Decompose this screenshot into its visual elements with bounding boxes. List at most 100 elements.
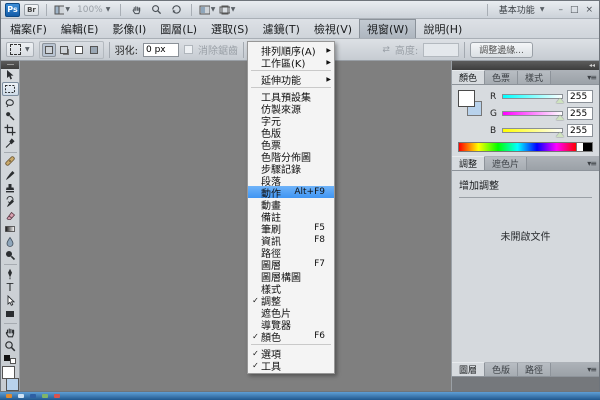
tab-layers[interactable]: 圖層 bbox=[452, 362, 485, 376]
menu-item-extensions[interactable]: 延伸功能▶ bbox=[248, 73, 334, 85]
feather-input[interactable] bbox=[143, 43, 179, 57]
link-dimensions-icon[interactable]: ⇄ bbox=[382, 45, 390, 55]
tab-masks[interactable]: 遮色片 bbox=[485, 157, 527, 170]
taskbar-icon[interactable] bbox=[30, 394, 36, 398]
blur-tool[interactable] bbox=[2, 235, 19, 248]
intersect-selection-button[interactable] bbox=[87, 43, 101, 57]
photoshop-logo-icon: Ps bbox=[5, 3, 20, 17]
menu-filter[interactable]: 濾鏡(T) bbox=[256, 19, 307, 38]
bridge-button[interactable]: Br bbox=[24, 4, 39, 16]
panel-dock: ◂◂ 顏色 色票 樣式 ▾≡ R bbox=[451, 61, 599, 391]
tab-channels[interactable]: 色版 bbox=[485, 363, 518, 376]
foreground-color-swatch[interactable] bbox=[458, 90, 475, 107]
menu-file[interactable]: 檔案(F) bbox=[3, 19, 54, 38]
taskbar-icon[interactable] bbox=[6, 394, 12, 398]
taskbar-icon[interactable] bbox=[42, 394, 48, 398]
menu-image[interactable]: 影像(I) bbox=[105, 19, 153, 38]
chevron-down-icon: ▼ bbox=[211, 6, 216, 13]
tool-preset-picker[interactable]: ▼ bbox=[6, 42, 34, 57]
zoom-tool[interactable] bbox=[2, 339, 19, 352]
clone-stamp-tool[interactable] bbox=[2, 182, 19, 195]
lasso-tool[interactable] bbox=[2, 96, 19, 109]
red-value-input[interactable]: 255 bbox=[567, 90, 593, 103]
workspace-switcher[interactable]: 基本功能 ▼ bbox=[495, 3, 549, 16]
arrange-documents-icon[interactable]: ▼ bbox=[199, 3, 215, 17]
selection-combine-group bbox=[39, 41, 104, 59]
color-spectrum-ramp[interactable] bbox=[458, 142, 593, 152]
default-colors-icon[interactable] bbox=[4, 355, 16, 365]
divider bbox=[120, 4, 121, 16]
zoom-level-dropdown[interactable]: 100% ▼ bbox=[74, 5, 113, 15]
svg-text:T: T bbox=[6, 281, 14, 293]
tools-panel: T bbox=[1, 61, 20, 391]
collapse-panels-icon[interactable]: ◂◂ bbox=[589, 63, 595, 69]
background-color-swatch[interactable] bbox=[6, 378, 19, 391]
rotate-view-icon[interactable] bbox=[168, 3, 184, 17]
window-menu-dropdown: 排列順序(A)▶ 工作區(K)▶ 延伸功能▶ 工具預設集 仿製來源 字元 色版 … bbox=[247, 41, 335, 374]
hand-tool[interactable] bbox=[2, 326, 19, 339]
divider bbox=[109, 42, 110, 58]
move-tool[interactable] bbox=[2, 69, 19, 82]
tab-styles[interactable]: 樣式 bbox=[518, 71, 551, 84]
foreground-background-swatches bbox=[2, 366, 19, 391]
pen-tool[interactable] bbox=[2, 267, 19, 280]
tab-swatches[interactable]: 色票 bbox=[485, 71, 518, 84]
panel-menu-icon[interactable]: ▾≡ bbox=[587, 365, 596, 374]
tab-color[interactable]: 顏色 bbox=[452, 70, 485, 84]
crop-tool[interactable] bbox=[2, 123, 19, 136]
dock-header: ◂◂ bbox=[452, 61, 599, 70]
menu-window[interactable]: 視窗(W) bbox=[359, 19, 416, 38]
green-slider-thumb[interactable] bbox=[556, 115, 564, 120]
red-slider-thumb[interactable] bbox=[556, 98, 564, 103]
menu-item-workspace[interactable]: 工作區(K)▶ bbox=[248, 56, 334, 68]
blue-channel-label: B bbox=[490, 126, 498, 136]
tools-panel-header[interactable] bbox=[1, 61, 19, 69]
taskbar-icon[interactable] bbox=[54, 394, 60, 398]
hand-tool-icon[interactable] bbox=[128, 3, 144, 17]
tab-paths[interactable]: 路徑 bbox=[518, 363, 551, 376]
green-value-input[interactable]: 255 bbox=[567, 107, 593, 120]
panel-menu-icon[interactable]: ▾≡ bbox=[587, 73, 596, 82]
gradient-tool[interactable] bbox=[2, 222, 19, 235]
tab-adjustments[interactable]: 調整 bbox=[452, 156, 485, 170]
blue-slider-thumb[interactable] bbox=[556, 132, 564, 137]
eyedropper-tool[interactable] bbox=[2, 136, 19, 149]
taskbar-icon[interactable] bbox=[18, 394, 24, 398]
arrange-windows-icon[interactable]: ▼ bbox=[54, 3, 70, 17]
panel-menu-icon[interactable]: ▾≡ bbox=[587, 159, 596, 168]
workspace-label: 基本功能 bbox=[499, 3, 535, 16]
menu-help[interactable]: 說明(H) bbox=[416, 19, 469, 38]
screen-mode-icon[interactable]: ▼ bbox=[219, 3, 235, 17]
menu-item-color[interactable]: ✓顏色F6 bbox=[248, 330, 334, 342]
new-selection-button[interactable] bbox=[42, 43, 56, 57]
close-button[interactable]: × bbox=[585, 3, 593, 17]
no-document-message: 未開啟文件 bbox=[459, 228, 592, 243]
add-to-selection-button[interactable] bbox=[57, 43, 71, 57]
dodge-tool[interactable] bbox=[2, 249, 19, 262]
healing-brush-tool[interactable] bbox=[2, 155, 19, 168]
rectangular-marquee-tool[interactable] bbox=[2, 82, 19, 96]
quick-selection-tool[interactable] bbox=[2, 110, 19, 123]
maximize-button[interactable]: □ bbox=[570, 3, 579, 17]
menu-item-tools[interactable]: ✓工具 bbox=[248, 359, 334, 371]
type-tool[interactable]: T bbox=[2, 280, 19, 293]
rectangle-shape-tool[interactable] bbox=[2, 307, 19, 320]
divider bbox=[243, 42, 244, 58]
refine-edge-button[interactable]: 調整邊緣... bbox=[470, 42, 533, 58]
menu-select[interactable]: 選取(S) bbox=[204, 19, 256, 38]
divider bbox=[46, 4, 47, 16]
menu-view[interactable]: 檢視(V) bbox=[307, 19, 359, 38]
eraser-tool[interactable] bbox=[2, 208, 19, 221]
menu-edit[interactable]: 編輯(E) bbox=[54, 19, 106, 38]
subtract-from-selection-button[interactable] bbox=[72, 43, 86, 57]
history-brush-tool[interactable] bbox=[2, 195, 19, 208]
antialias-checkbox[interactable] bbox=[184, 45, 193, 54]
foreground-color-swatch[interactable] bbox=[2, 366, 15, 379]
color-panel: R 255 G 255 B 255 bbox=[452, 85, 599, 156]
menu-layer[interactable]: 圖層(L) bbox=[153, 19, 204, 38]
zoom-tool-icon[interactable] bbox=[148, 3, 164, 17]
path-selection-tool[interactable] bbox=[2, 294, 19, 307]
minimize-button[interactable]: – bbox=[558, 3, 563, 17]
blue-value-input[interactable]: 255 bbox=[567, 124, 593, 137]
brush-tool[interactable] bbox=[2, 168, 19, 181]
